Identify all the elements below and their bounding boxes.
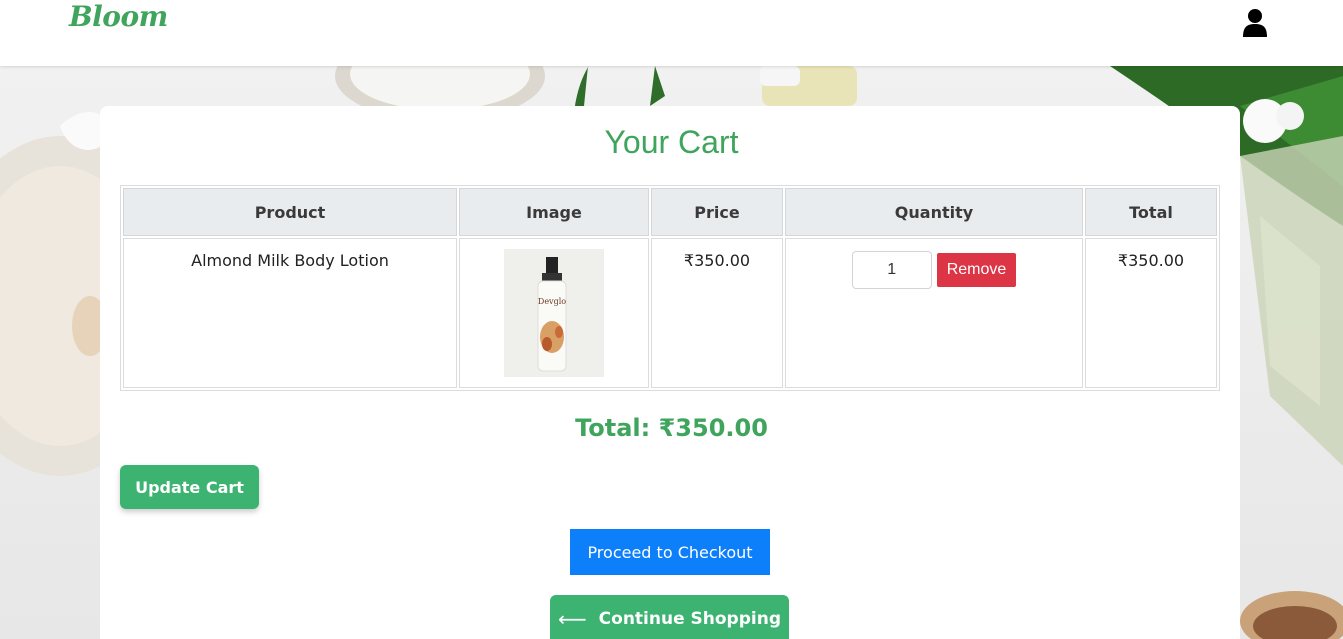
quantity-input[interactable]: [851, 251, 932, 289]
page-title: Your Cart: [604, 124, 739, 160]
column-header-price: Price: [651, 188, 783, 236]
product-image-cell: Devglo: [459, 238, 649, 388]
continue-shopping-button[interactable]: ⟵ Continue Shopping: [550, 595, 789, 639]
product-name: Almond Milk Body Lotion: [123, 238, 457, 388]
table-row: Almond Milk Body Lotion Devglo ₹350.00 1…: [123, 238, 1217, 388]
column-header-quantity: Quantity: [785, 188, 1083, 236]
update-cart-button[interactable]: Update Cart: [120, 465, 259, 509]
arrow-left-icon: ⟵: [558, 607, 587, 631]
column-header-total: Total: [1085, 188, 1217, 236]
cart-grand-total: Total: ₹350.00: [575, 414, 768, 442]
svg-text:Devglo: Devglo: [538, 297, 566, 306]
line-total: ₹350.00: [1085, 238, 1217, 388]
proceed-to-checkout-button[interactable]: Proceed to Checkout: [570, 529, 770, 575]
user-icon[interactable]: [1241, 8, 1269, 38]
brand-logo[interactable]: Bloom: [69, 0, 168, 33]
column-header-product: Product: [123, 188, 457, 236]
continue-shopping-label: Continue Shopping: [598, 609, 781, 629]
lotion-bottle-image: Devglo: [504, 249, 604, 377]
cart-table: Product Image Price Quantity Total Almon…: [120, 185, 1220, 391]
navbar: Bloom: [0, 0, 1343, 66]
quantity-cell: Remove: [785, 238, 1083, 388]
table-header-row: Product Image Price Quantity Total: [123, 188, 1217, 236]
remove-button[interactable]: Remove: [936, 253, 1017, 287]
product-price: ₹350.00: [651, 238, 783, 388]
column-header-image: Image: [459, 188, 649, 236]
